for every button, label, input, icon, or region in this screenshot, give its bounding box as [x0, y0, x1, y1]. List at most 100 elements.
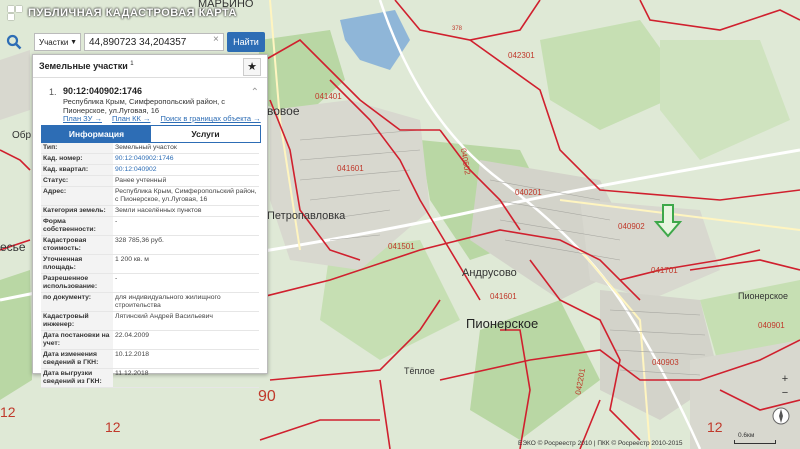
search-bar: Участки ▼ × Найти: [0, 31, 270, 53]
attribute-row: Дата постановки на учет: 22.04.2009: [41, 330, 259, 350]
attribute-value: Ранее учтенный: [113, 175, 259, 187]
place-label: Пионерское: [466, 316, 539, 331]
attribute-key: Дата изменения сведений в ГКН:: [41, 349, 113, 369]
attribute-row: Разрешенное использование: -: [41, 273, 259, 293]
app-title: ПУБЛИЧНАЯ КАДАСТРОВАЯ КАРТА: [28, 7, 237, 19]
region-label: 12: [0, 404, 16, 420]
attribute-value[interactable]: 90:12:040902: [113, 164, 259, 176]
attribute-value: -: [113, 216, 259, 236]
zoom-out-button[interactable]: −: [777, 386, 793, 400]
quarter-label: 041401: [315, 92, 342, 101]
place-label: Тёплое: [404, 366, 435, 376]
panel-header: Земельные участки 1 ★: [33, 55, 267, 78]
scale-bar: [734, 440, 776, 444]
scale-label: 0.6км: [738, 432, 755, 439]
attribute-value: Республика Крым, Симферопольский район, …: [113, 186, 259, 206]
quarter-label: 041501: [388, 242, 415, 251]
attribute-key: Тип:: [41, 143, 113, 154]
attribute-key: по документу:: [41, 292, 113, 312]
attribute-value: для индивидуального жилищного строительс…: [113, 292, 259, 312]
attribute-value: 1 200 кв. м: [113, 254, 259, 274]
attribute-row: Кад. номер: 90:12:040902:1746: [41, 153, 259, 165]
attribute-value: Лятинский Андрей Васильевич: [113, 311, 259, 331]
parcel-panel: Земельные участки 1 ★ 1. 90:12:040902:17…: [32, 54, 268, 388]
quarter-label: 041601: [490, 292, 517, 301]
search-in-bounds-link[interactable]: Поиск в границах объекта →: [160, 114, 260, 123]
action-links: План ЗУ → План КК → Поиск в границах объ…: [63, 114, 261, 123]
place-label: есье: [0, 240, 26, 254]
find-button[interactable]: Найти: [227, 32, 265, 52]
attribute-row: Категория земель: Земли населённых пункто…: [41, 205, 259, 217]
logo-icon: [8, 6, 22, 20]
attribute-row: Уточненная площадь: 1 200 кв. м: [41, 254, 259, 274]
attribute-key: Кад. квартал:: [41, 164, 113, 176]
result-address: Республика Крым, Симферопольский район, …: [63, 97, 226, 115]
attribute-row: Кад. квартал: 90:12:040902: [41, 164, 259, 176]
result-cad-number: 90:12:040902:1746: [63, 86, 143, 96]
region-label: 12: [707, 419, 723, 435]
attributes-table: Тип: Земельный участок Кад. номер: 90:12:04…: [41, 143, 259, 388]
attribute-row: Тип: Земельный участок: [41, 143, 259, 154]
chevron-down-icon: ▼: [70, 39, 77, 46]
result-count: 1: [130, 61, 134, 67]
attribute-key: Форма собственности:: [41, 216, 113, 236]
search-icon[interactable]: [6, 34, 22, 50]
attribute-row: Дата выгрузки сведений из ГКН: 11.12.2018: [41, 368, 259, 388]
panel-title: Земельные участки 1: [39, 61, 134, 71]
quarter-label: 040901: [758, 321, 785, 330]
quarter-label: 042301: [508, 51, 535, 60]
attribute-key: Кад. номер:: [41, 153, 113, 165]
place-label: Обр: [12, 130, 32, 141]
attribute-value: 328 785,36 руб.: [113, 235, 259, 255]
quarter-label: 040903: [652, 358, 679, 367]
region-label: 90: [258, 388, 276, 405]
result-number: 1.: [49, 87, 57, 97]
region-label: 12: [105, 419, 121, 435]
attribute-value: Земли населённых пунктов: [113, 205, 259, 217]
attribute-key: Кадастровая стоимость:: [41, 235, 113, 255]
place-label: Петропавловка: [267, 210, 346, 222]
attribute-value: -: [113, 273, 259, 293]
search-type-value: Участки: [39, 38, 69, 47]
attribute-row: Адрес: Республика Крым, Симферопольский р…: [41, 186, 259, 206]
attribute-value: 22.04.2009: [113, 330, 259, 350]
attribute-row: Статус: Ранее учтенный: [41, 175, 259, 187]
zoom-in-button[interactable]: +: [777, 372, 793, 386]
attribute-value[interactable]: 90:12:040902:1746: [113, 153, 259, 165]
attribute-row: Кадастровая стоимость: 328 785,36 руб.: [41, 235, 259, 255]
attribute-value: Земельный участок: [113, 143, 259, 154]
attribute-key: Уточненная площадь:: [41, 254, 113, 274]
attribute-value: 10.12.2018: [113, 349, 259, 369]
attribute-key: Дата постановки на учет:: [41, 330, 113, 350]
attribute-key: Адрес:: [41, 186, 113, 206]
plan-kk-link[interactable]: План КК →: [112, 114, 151, 123]
attribute-row: Кадастровый инженер: Лятинский Андрей Вас…: [41, 311, 259, 331]
place-label: вовое: [267, 104, 300, 118]
quarter-label: 378: [452, 26, 463, 32]
app-header: ПУБЛИЧНАЯ КАДАСТРОВАЯ КАРТА: [0, 0, 260, 26]
quarter-label: 040902: [618, 222, 645, 231]
plan-zu-link[interactable]: План ЗУ →: [63, 114, 102, 123]
attribute-row: Форма собственности: -: [41, 216, 259, 236]
panel-tabs: Информация Услуги: [41, 125, 261, 143]
attribute-key: Разрешенное использование:: [41, 273, 113, 293]
compass-icon[interactable]: [771, 406, 791, 426]
attribute-value: 11.12.2018: [113, 368, 259, 388]
panel-title-text: Земельные участки: [39, 61, 128, 71]
quarter-label: 040201: [515, 188, 542, 197]
tab-services[interactable]: Услуги: [151, 126, 260, 142]
zoom-controls: + −: [777, 372, 793, 400]
tab-info[interactable]: Информация: [42, 126, 151, 142]
attribute-key: Дата выгрузки сведений из ГКН:: [41, 368, 113, 388]
quarter-label: 041601: [337, 164, 364, 173]
attribute-row: Дата изменения сведений в ГКН: 10.12.2018: [41, 349, 259, 369]
place-label: Пионерское: [738, 291, 789, 301]
quarter-label: 041701: [651, 266, 678, 275]
attribute-key: Кадастровый инженер:: [41, 311, 113, 331]
favorite-star-icon[interactable]: ★: [243, 58, 261, 76]
attribute-row: по документу: для индивидуального жилищно…: [41, 292, 259, 312]
clear-icon[interactable]: ×: [213, 34, 219, 45]
search-input[interactable]: [84, 33, 224, 51]
search-type-select[interactable]: Участки ▼: [34, 33, 81, 51]
place-label: Андрусово: [462, 267, 517, 279]
